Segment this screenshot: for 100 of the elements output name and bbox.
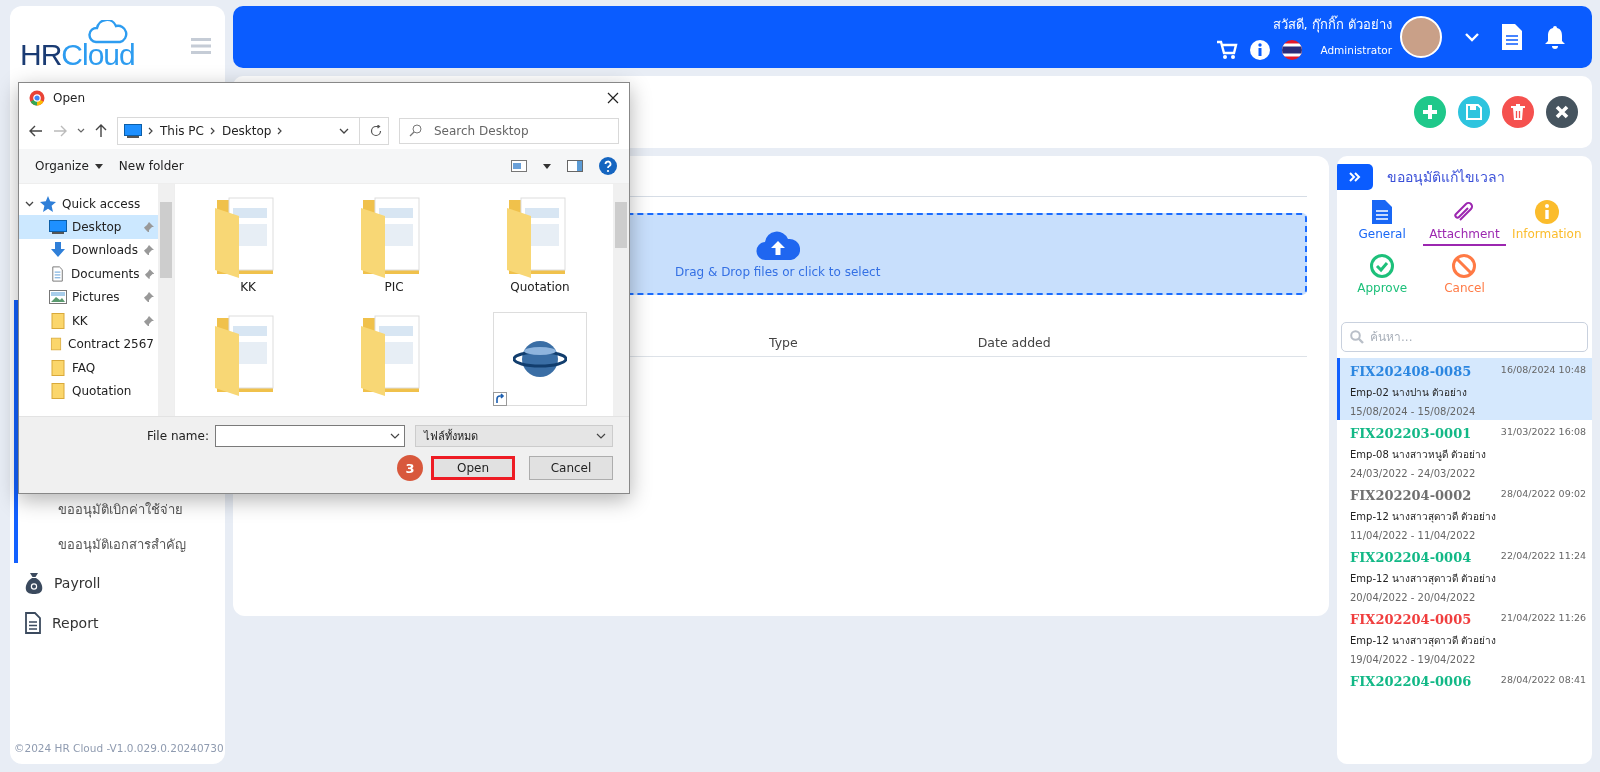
folder-icon bbox=[49, 359, 67, 376]
search-icon bbox=[1350, 330, 1364, 344]
record-item[interactable]: FIX202204-0005 21/04/2022 11:26 Emp-12 นางสาวสุดาวดี ตัวอย่าง 19/04/2022 - 19/04/2022 bbox=[1337, 606, 1592, 668]
record-item[interactable]: FIX202204-0006 28/04/2022 08:41 bbox=[1337, 668, 1592, 692]
file-name-field[interactable] bbox=[214, 425, 405, 447]
employee-name: Emp-02 นางปาน ตัวอย่าง bbox=[1350, 386, 1469, 400]
record-timestamp: 22/04/2022 11:24 bbox=[1500, 550, 1586, 561]
employee-name: Emp-12 นางสาวสุดาวดี ตัวอย่าง bbox=[1350, 510, 1498, 524]
record-item[interactable]: FIX202203-0001 31/03/2022 16:08 Emp-08 นางสาวหนูดี ตัวอย่าง 24/03/2022 - 24/03/2022 bbox=[1337, 420, 1592, 482]
date-range: 20/04/2022 - 20/04/2022 bbox=[1350, 592, 1477, 603]
employee-name: Emp-12 นางสาวสุดาวดี ตัวอย่าง bbox=[1350, 572, 1498, 586]
record-timestamp: 31/03/2022 16:08 bbox=[1500, 426, 1586, 437]
sidebar-item[interactable]: Report bbox=[10, 603, 225, 643]
close-icon[interactable] bbox=[607, 92, 619, 104]
thai-flag-icon[interactable] bbox=[1282, 40, 1303, 60]
document-icon bbox=[24, 612, 42, 634]
record-item[interactable]: FIX202204-0002 28/04/2022 09:02 Emp-12 นางสาวสุดาวดี ตัวอย่าง 11/04/2022 - 11/04/2022 bbox=[1337, 482, 1592, 544]
organize-button[interactable]: Organize bbox=[35, 159, 103, 173]
view-options-icon[interactable] bbox=[511, 160, 527, 172]
refresh-icon[interactable] bbox=[370, 125, 382, 137]
expand-button[interactable] bbox=[1337, 164, 1373, 190]
scrollbar[interactable] bbox=[158, 184, 174, 416]
record-id: FIX202204-0004 bbox=[1350, 550, 1472, 565]
delete-button[interactable] bbox=[1502, 96, 1534, 128]
cart-icon[interactable] bbox=[1216, 40, 1239, 60]
record-timestamp: 28/04/2022 08:41 bbox=[1500, 674, 1586, 685]
tree-item[interactable]: FAQ bbox=[19, 356, 158, 380]
record-item[interactable]: FIX202204-0004 22/04/2022 11:24 Emp-12 นางสาวสุดาวดี ตัวอย่าง 20/04/2022 - 20/04/2022 bbox=[1337, 544, 1592, 606]
search-field[interactable]: Search Desktop bbox=[399, 118, 619, 144]
dropdown-caret-icon[interactable] bbox=[389, 433, 400, 439]
folder-icon bbox=[49, 336, 63, 353]
record-item[interactable]: FIX202408-0085 16/08/2024 10:48 Emp-02 นางปาน ตัวอย่าง 15/08/2024 - 15/08/2024 bbox=[1337, 358, 1592, 420]
submenu-item[interactable]: ขออนุมัติเบิกค่าใช้จ่าย bbox=[58, 499, 225, 520]
dropdown-caret-icon[interactable] bbox=[543, 163, 551, 169]
check-circle-icon bbox=[1370, 254, 1395, 278]
plus-icon bbox=[1422, 104, 1438, 120]
monitor-icon bbox=[49, 219, 67, 234]
save-icon bbox=[1466, 104, 1482, 120]
new-folder-button[interactable]: New folder bbox=[118, 159, 184, 173]
tree-item[interactable]: Desktop bbox=[19, 215, 158, 239]
role-text: Administrator bbox=[1320, 44, 1392, 56]
avatar-circle[interactable] bbox=[1400, 16, 1442, 58]
star-icon bbox=[40, 195, 56, 212]
submenu-item[interactable]: ขออนุมัติเอกสารสำคัญ bbox=[58, 534, 225, 555]
chevron-right-icon bbox=[277, 127, 284, 135]
scrollbar[interactable] bbox=[613, 184, 629, 416]
bell-icon[interactable] bbox=[1544, 25, 1566, 49]
help-icon[interactable] bbox=[599, 157, 617, 175]
record-timestamp: 21/04/2022 11:26 bbox=[1500, 612, 1586, 623]
document-icon[interactable] bbox=[1502, 24, 1522, 50]
record-id: FIX202408-0085 bbox=[1350, 364, 1472, 379]
tree-item[interactable]: Quotation bbox=[19, 379, 158, 403]
address-bar[interactable]: This PC Desktop bbox=[117, 117, 389, 145]
date-range: 11/04/2022 - 11/04/2022 bbox=[1350, 530, 1477, 541]
panel-title: ขออนุมัติแก้ไขเวลา bbox=[1387, 168, 1505, 188]
file-type-dropdown[interactable]: ไฟล์ทั้งหมด bbox=[414, 425, 613, 447]
greeting-text: สวัสดี, กุ๊กกิ๊ก ตัวอย่าง bbox=[1272, 14, 1392, 35]
chevron-right-icon bbox=[209, 127, 216, 135]
info-icon[interactable] bbox=[1250, 40, 1271, 60]
picture-icon bbox=[49, 290, 67, 305]
globe-icon bbox=[513, 339, 567, 379]
breadcrumb-item[interactable]: Desktop bbox=[221, 124, 272, 138]
tree-item[interactable]: Quick access bbox=[19, 192, 158, 215]
logo-text: HRCloud bbox=[20, 38, 135, 72]
dropdown-caret-icon bbox=[596, 433, 606, 439]
version-text: ©2024 HR Cloud -V1.0.029.0.20240730 bbox=[13, 742, 225, 754]
prohibited-icon bbox=[1452, 254, 1477, 278]
dropzone-text: Drag & Drop files or click to select bbox=[675, 265, 881, 279]
close-button[interactable] bbox=[1546, 96, 1578, 128]
tree-item[interactable]: KK bbox=[19, 309, 158, 333]
date-range: 24/03/2022 - 24/03/2022 bbox=[1350, 468, 1477, 479]
back-arrow-icon[interactable] bbox=[29, 125, 43, 137]
caret-icon bbox=[94, 163, 103, 169]
column-header: Date added bbox=[977, 335, 1051, 350]
tree-item[interactable]: Pictures bbox=[19, 285, 158, 309]
record-id: FIX202203-0001 bbox=[1350, 426, 1472, 441]
up-arrow-icon[interactable] bbox=[95, 124, 107, 138]
tree-item[interactable]: Downloads bbox=[19, 238, 158, 262]
record-id: FIX202204-0006 bbox=[1350, 674, 1472, 689]
dropdown-caret-icon[interactable] bbox=[77, 128, 85, 134]
folder-icon bbox=[49, 312, 67, 329]
open-button[interactable]: Open bbox=[431, 456, 515, 480]
sidebar-item[interactable]: Payroll bbox=[10, 563, 225, 603]
column-header: Type bbox=[769, 335, 798, 350]
tree-item[interactable]: Documents bbox=[19, 262, 158, 286]
chevron-down-icon[interactable] bbox=[1464, 32, 1480, 42]
breadcrumb-item[interactable]: This PC bbox=[160, 124, 204, 138]
panel-tab[interactable]: Attachment bbox=[1423, 200, 1506, 246]
document-icon bbox=[1372, 200, 1393, 224]
cancel-button[interactable]: Cancel bbox=[529, 456, 613, 480]
monitor-icon bbox=[124, 124, 142, 138]
tree-item[interactable]: Contract 2567 bbox=[19, 332, 158, 356]
search-field[interactable]: ค้นหา... bbox=[1341, 322, 1588, 352]
cloud-upload-icon bbox=[755, 229, 800, 261]
chevron-icon[interactable] bbox=[25, 199, 34, 208]
dropdown-caret-icon[interactable] bbox=[339, 128, 349, 134]
preview-pane-icon[interactable] bbox=[567, 160, 583, 172]
employee-name: Emp-12 นางสาวสุดาวดี ตัวอย่าง bbox=[1350, 634, 1498, 648]
cloud-icon bbox=[88, 20, 128, 44]
panel-tab[interactable]: General bbox=[1341, 200, 1424, 246]
